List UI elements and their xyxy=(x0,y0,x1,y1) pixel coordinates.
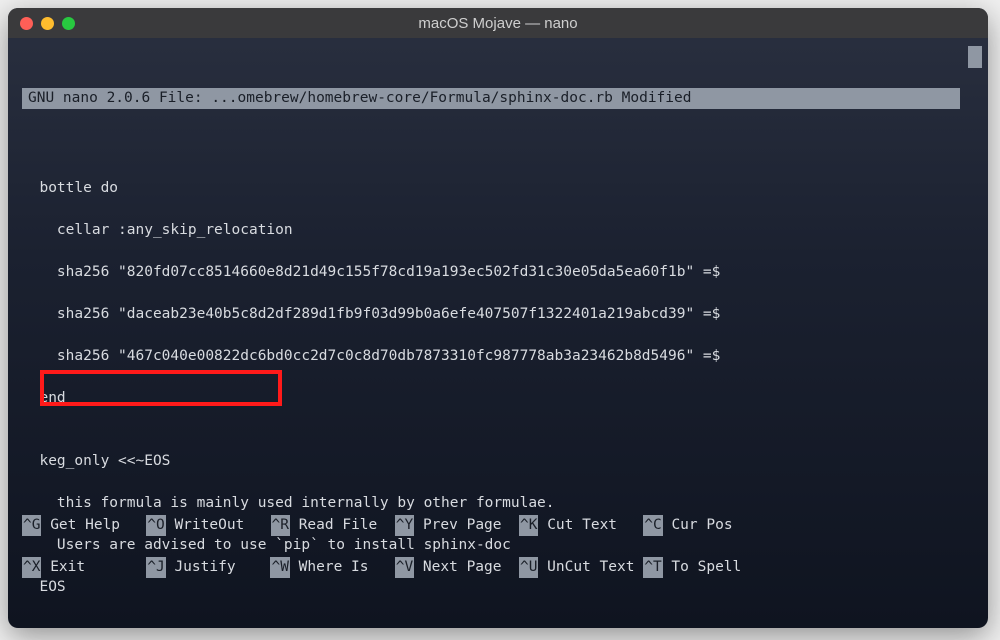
shortcut-row: ^X Exit ^J Justify ^W Where Is ^V Next P… xyxy=(22,557,974,578)
minimize-icon[interactable] xyxy=(41,17,54,30)
code-line: cellar :any_skip_relocation xyxy=(22,220,978,241)
shortcut-label: Get Help xyxy=(50,517,120,533)
shortcut-key[interactable]: ^R xyxy=(271,515,290,536)
shortcut-key[interactable]: ^J xyxy=(146,557,165,578)
shortcut-key[interactable]: ^V xyxy=(395,557,414,578)
shortcut-row: ^G Get Help ^O WriteOut ^R Read File ^Y … xyxy=(22,515,974,536)
code-line xyxy=(22,136,978,157)
code-line: sha256 "820fd07cc8514660e8d21d49c155f78c… xyxy=(22,262,978,283)
shortcut-key[interactable]: ^G xyxy=(22,515,41,536)
code-line: keg_only <<~EOS xyxy=(22,451,978,472)
shortcut-label: Cut Text xyxy=(547,517,617,533)
shortcut-key[interactable]: ^Y xyxy=(395,515,414,536)
shortcut-label: Cur Pos xyxy=(671,517,732,533)
shortcut-key[interactable]: ^W xyxy=(270,557,289,578)
shortcut-key[interactable]: ^K xyxy=(519,515,538,536)
shortcut-label: Exit xyxy=(50,559,85,575)
shortcut-label: Prev Page xyxy=(423,517,502,533)
shortcut-label: To Spell xyxy=(671,559,741,575)
nano-header: GNU nano 2.0.6 File: ...omebrew/homebrew… xyxy=(22,88,960,109)
shortcut-key[interactable]: ^U xyxy=(519,557,538,578)
shortcut-key[interactable]: ^T xyxy=(643,557,662,578)
nano-header-status: Modified xyxy=(622,90,692,106)
code-line: end xyxy=(22,388,978,409)
window-title: macOS Mojave — nano xyxy=(8,15,988,32)
code-line: sha256 "daceab23e40b5c8d2df289d1fb9f03d9… xyxy=(22,304,978,325)
shortcut-label: Where Is xyxy=(299,559,369,575)
shortcut-label: Next Page xyxy=(423,559,502,575)
shortcut-label: WriteOut xyxy=(174,517,244,533)
code-line: bottle do xyxy=(22,178,978,199)
titlebar: macOS Mojave — nano xyxy=(8,8,988,38)
window-controls xyxy=(20,17,75,30)
shortcut-key[interactable]: ^O xyxy=(146,515,165,536)
shortcut-label: Justify xyxy=(174,559,235,575)
close-icon[interactable] xyxy=(20,17,33,30)
terminal-window: macOS Mojave — nano GNU nano 2.0.6 File:… xyxy=(8,8,988,628)
shortcut-label: Read File xyxy=(299,517,378,533)
shortcut-label: UnCut Text xyxy=(547,559,634,575)
nano-header-file: GNU nano 2.0.6 File: ...omebrew/homebrew… xyxy=(28,90,613,106)
code-line: sha256 "467c040e00822dc6bd0cc2d7c0c8d70d… xyxy=(22,346,978,367)
zoom-icon[interactable] xyxy=(62,17,75,30)
nano-shortcuts: ^G Get Help ^O WriteOut ^R Read File ^Y … xyxy=(22,494,974,620)
shortcut-key[interactable]: ^C xyxy=(643,515,662,536)
shortcut-key[interactable]: ^X xyxy=(22,557,41,578)
